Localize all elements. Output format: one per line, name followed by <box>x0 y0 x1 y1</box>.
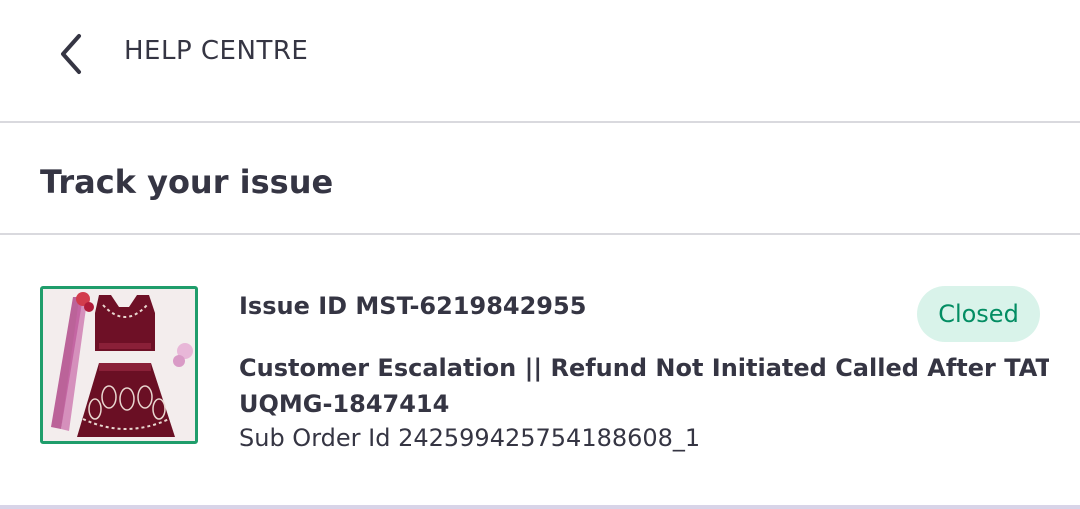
product-thumbnail <box>40 286 198 444</box>
bottom-divider <box>0 505 1080 509</box>
product-image <box>43 289 195 441</box>
section-header: Track your issue <box>0 125 1080 235</box>
sub-order-id: Sub Order Id 242599425754188608_1 <box>239 424 701 452</box>
status-badge: Closed <box>917 286 1040 342</box>
issue-description-line2: UQMG-1847414 <box>239 390 450 418</box>
issue-description: Customer Escalation || Refund Not Initia… <box>239 350 1049 422</box>
issue-card[interactable]: Issue ID MST-6219842955 Closed Customer … <box>0 237 1080 505</box>
app-header: HELP CENTRE <box>0 0 1080 123</box>
page-title: HELP CENTRE <box>124 36 309 66</box>
back-button[interactable] <box>44 24 100 84</box>
chevron-left-icon <box>61 34 81 74</box>
issue-id: Issue ID MST-6219842955 <box>239 292 587 320</box>
section-title: Track your issue <box>40 163 334 201</box>
issue-description-line1: Customer Escalation || Refund Not Initia… <box>239 354 1049 382</box>
